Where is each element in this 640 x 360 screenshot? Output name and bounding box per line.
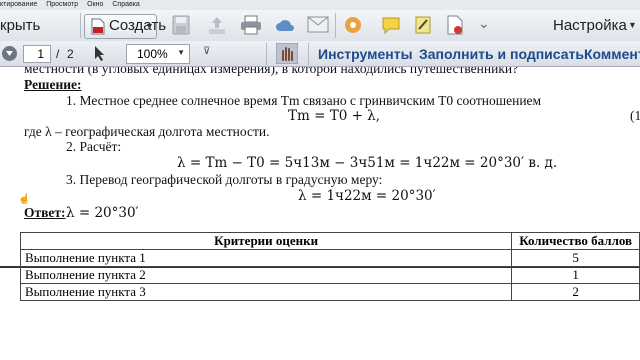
highlight-icon[interactable] [414, 15, 432, 35]
sticky-note-icon[interactable] [381, 16, 401, 34]
answer-value: λ = 20°30′ [66, 205, 139, 221]
more-tools-icon[interactable]: ⊽ [203, 46, 210, 57]
menu-item-edit[interactable]: ктирование [0, 1, 37, 8]
cloud-icon[interactable] [275, 15, 295, 35]
email-icon[interactable] [307, 16, 329, 33]
page-number-input[interactable]: 1 [23, 45, 51, 63]
customize-button[interactable]: Настройка [553, 17, 627, 34]
table-cell: 2 [511, 283, 640, 301]
table-cell: 5 [511, 249, 640, 267]
menu-item-help[interactable]: Справка [112, 1, 139, 8]
toolbar-divider [308, 43, 309, 65]
zoom-select[interactable]: 100% ▼ [126, 44, 190, 64]
table-header: Критерии оценки [19, 232, 513, 250]
menu-bar: ктирование Просмотр Окно Справка [0, 0, 640, 10]
menu-item-view[interactable]: Просмотр [46, 1, 78, 8]
formula-2: λ = Tm − T0 = 5ч13м − 3ч51м = 1ч22м = 20… [177, 155, 558, 171]
chevron-down-icon: ▼ [145, 21, 154, 31]
chevron-down-icon[interactable]: ▼ [628, 20, 637, 30]
save-icon[interactable] [172, 15, 190, 35]
formula-1: Tm = T0 + λ, [288, 108, 381, 124]
table-cell: Выполнение пункта 3 [19, 283, 513, 301]
create-button[interactable]: Создать ▼ [84, 14, 166, 39]
solution-heading: Решение: [24, 77, 82, 92]
fill-sign-link[interactable]: Заполнить и подписать [419, 46, 584, 62]
toolbar-divider [80, 13, 81, 38]
solution-step-3: 3. Перевод географической долготы в град… [66, 172, 383, 187]
page-separator: / [56, 47, 60, 61]
toolbar-divider [335, 13, 336, 38]
chevron-down-icon: ▼ [177, 48, 185, 57]
answer-label: Ответ: [24, 205, 66, 220]
attach-file-icon[interactable] [446, 15, 464, 35]
table-row: Выполнение пункта 3 2 [19, 283, 640, 301]
formula-3: λ = 1ч22м = 20°30′ [298, 188, 436, 204]
comment-settings-icon[interactable] [344, 15, 362, 35]
table-cell: Выполнение пункта 2 [19, 266, 513, 284]
print-icon[interactable] [240, 15, 262, 35]
equation-number: (1 [630, 108, 640, 123]
next-page-icon[interactable] [1, 45, 18, 62]
create-label: Создать [109, 17, 167, 34]
toolbar-divider [266, 43, 267, 65]
select-cursor-icon[interactable] [93, 45, 107, 62]
table-header-row: Критерии оценки Количество баллов [19, 232, 640, 250]
table-row: Выполнение пункта 2 1 [19, 266, 640, 284]
page-current: 1 [37, 47, 44, 61]
table-header: Количество баллов [511, 232, 640, 250]
tools-link[interactable]: Инструменты [318, 46, 413, 62]
table-cell: Выполнение пункта 1 [19, 249, 513, 267]
where-line: где λ – географическая долгота местности… [24, 124, 270, 139]
upload-icon[interactable] [207, 15, 227, 35]
page-total: 2 [67, 47, 74, 61]
question-text: местности (в угловых единицах измерения)… [24, 67, 519, 76]
menu-item-window[interactable]: Окно [87, 1, 103, 8]
solution-step-1: 1. Местное среднее солнечное время Tm св… [66, 93, 542, 108]
create-pdf-icon [91, 18, 105, 35]
chevron-down-icon[interactable]: ⌄ [478, 15, 490, 32]
zoom-value: 100% [137, 47, 168, 61]
open-button[interactable]: крыть [0, 17, 40, 34]
document-page: местности (в угловых единицах измерения)… [0, 67, 640, 360]
table-cell: 1 [511, 266, 640, 284]
table-row: Выполнение пункта 1 5 [19, 249, 640, 267]
comment-link[interactable]: Коммент [584, 46, 640, 62]
hand-tool-icon[interactable] [276, 43, 298, 64]
hand-cursor-icon: ☝ [18, 194, 31, 205]
criteria-table: Критерии оценки Количество баллов Выполн… [19, 232, 640, 301]
solution-step-2: 2. Расчёт: [66, 139, 122, 154]
